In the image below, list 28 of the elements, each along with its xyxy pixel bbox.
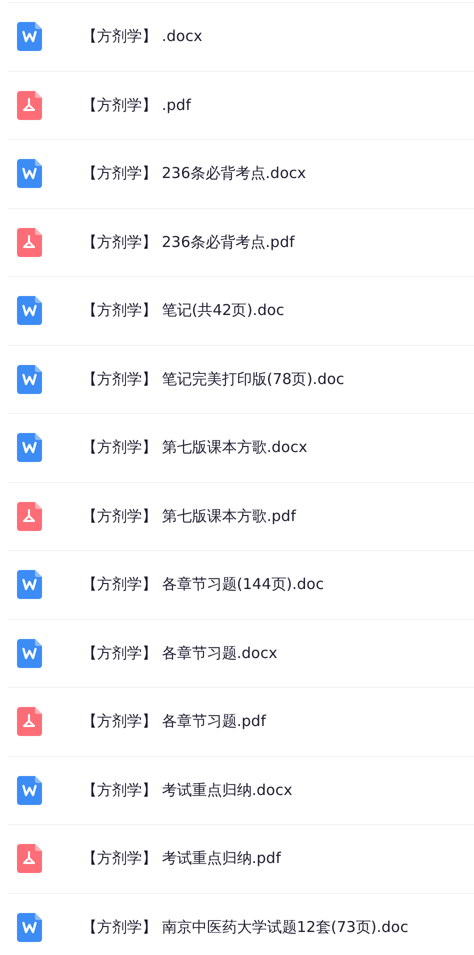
file-name[interactable]: 【方剂学】 笔记(共42页).doc (82, 301, 284, 320)
word-file-icon (17, 638, 42, 668)
file-name[interactable]: 【方剂学】 南京中医药大学试题12套(73页).doc (82, 918, 408, 937)
pdf-file-icon (17, 90, 42, 120)
file-name[interactable]: 【方剂学】 .pdf (82, 96, 191, 115)
word-file-icon (17, 159, 42, 188)
word-file-icon (17, 22, 42, 52)
file-name[interactable]: 【方剂学】 各章节习题(144页).doc (82, 575, 324, 594)
file-name[interactable]: 【方剂学】 笔记完美打印版(78页).doc (82, 370, 344, 389)
file-name[interactable]: 【方剂学】 考试重点归纳.pdf (82, 849, 281, 868)
word-file-icon (17, 570, 42, 600)
word-file-icon (17, 364, 42, 394)
file-name[interactable]: 【方剂学】 236条必背考点.docx (82, 164, 306, 184)
word-file-icon (17, 296, 42, 326)
file-name[interactable]: 【方剂学】 各章节习题.pdf (82, 712, 266, 732)
file-name[interactable]: 【方剂学】 第七版课本方歌.pdf (82, 506, 296, 526)
file-name[interactable]: 【方剂学】 236条必背考点.pdf (82, 232, 294, 252)
word-file-icon (17, 776, 42, 805)
pdf-file-icon (17, 228, 42, 257)
pdf-file-icon (17, 502, 42, 531)
file-name[interactable]: 【方剂学】 第七版课本方歌.docx (82, 438, 308, 458)
pdf-file-icon (17, 844, 42, 874)
pdf-file-icon (17, 707, 42, 736)
word-file-icon (17, 433, 42, 462)
file-name[interactable]: 【方剂学】 各章节习题.docx (82, 644, 278, 663)
file-name[interactable]: 【方剂学】 .docx (82, 27, 202, 46)
word-file-icon (17, 912, 42, 942)
file-name[interactable]: 【方剂学】 考试重点归纳.docx (82, 780, 292, 800)
